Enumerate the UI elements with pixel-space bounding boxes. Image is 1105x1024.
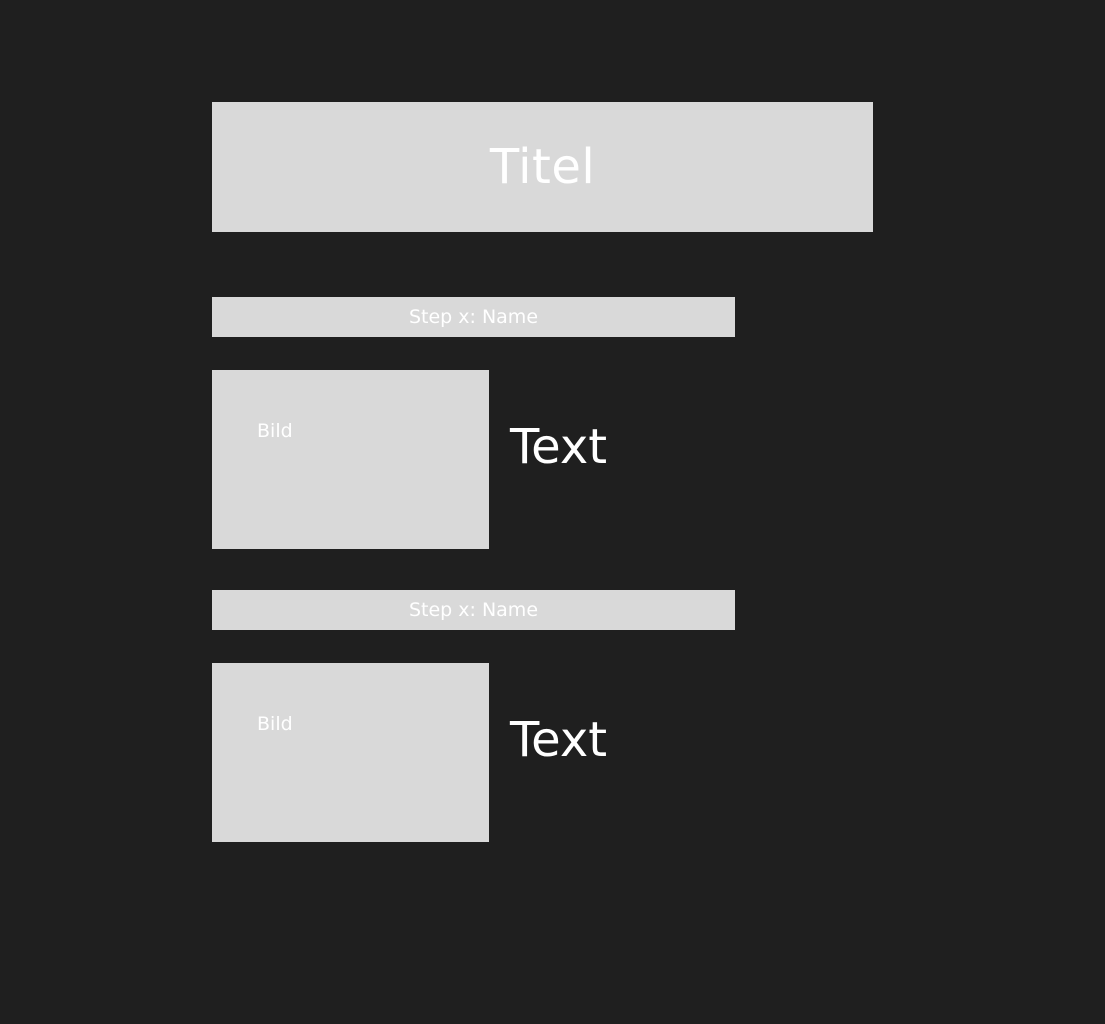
- step-image-placeholder-1: Bild: [212, 370, 489, 549]
- wireframe-canvas: Titel Step x: Name Bild Text Step x: Nam…: [0, 0, 1105, 1024]
- step-name-label: Step x: Name: [408, 599, 539, 621]
- step-text-1: Text: [510, 419, 608, 475]
- title-box: Titel: [212, 102, 873, 232]
- step-header-2: Step x: Name: [212, 590, 735, 630]
- image-placeholder-label: Bild: [257, 713, 293, 735]
- step-name-label: Step x: Name: [408, 306, 539, 328]
- step-text-2: Text: [510, 712, 608, 768]
- image-placeholder-label: Bild: [257, 420, 293, 442]
- step-image-placeholder-2: Bild: [212, 663, 489, 842]
- page-title: Titel: [489, 139, 596, 195]
- step-header-1: Step x: Name: [212, 297, 735, 337]
